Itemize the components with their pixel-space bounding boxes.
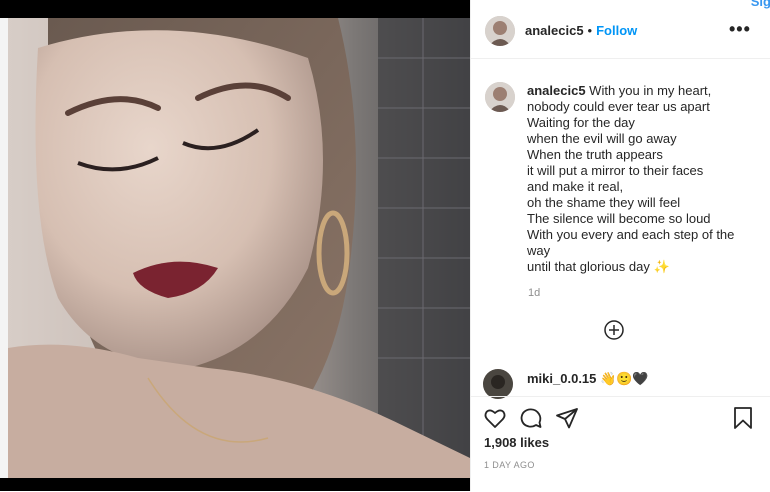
caption-line-5: it will put a mirror to their faces	[527, 163, 704, 178]
comment-username[interactable]: miki_0.0.15	[527, 371, 596, 386]
caption-line-8: The silence will become so loud	[527, 211, 711, 226]
avatar-image	[485, 16, 515, 46]
comment-row: miki_0.0.15 👋🙂🖤	[483, 367, 770, 399]
caption-line-9: With you every and each step of the	[527, 227, 735, 242]
caption-line-0: With you in my heart,	[589, 83, 712, 98]
caption-line-1: nobody could ever tear us apart	[527, 99, 710, 114]
caption-line-3: when the evil will go away	[527, 131, 677, 146]
lightbox-top-bar	[0, 0, 470, 18]
header-username[interactable]: analecic5	[525, 23, 584, 38]
header-separator: •	[587, 23, 593, 38]
caption-line-10: way	[527, 243, 551, 258]
comment-avatar[interactable]	[483, 369, 513, 399]
post-side-panel: analecic5 • Follow ••• analecic5 With you …	[470, 0, 770, 491]
more-options-icon[interactable]: •••	[729, 20, 751, 38]
post-photo-image	[8, 18, 470, 478]
caption-line-4: When the truth appears	[527, 147, 663, 162]
post-caption: analecic5 With you in my heart, nobody c…	[527, 83, 742, 275]
post-date: 1 DAY AGO	[484, 460, 535, 470]
caption-avatar[interactable]	[485, 82, 515, 112]
signup-link[interactable]: Sig	[751, 0, 770, 9]
caption-timestamp[interactable]: 1d	[528, 287, 540, 299]
post-actions: 1,908 likes 1 DAY AGO	[471, 396, 770, 492]
comment-icon[interactable]	[519, 406, 543, 430]
share-icon[interactable]	[555, 406, 579, 430]
caption-line-7: oh the shame they will feel	[527, 195, 681, 210]
caption-line-6: and make it real,	[527, 179, 624, 194]
likes-count[interactable]: 1,908 likes	[484, 435, 549, 450]
lightbox-bottom-bar	[0, 478, 470, 491]
bookmark-icon[interactable]	[731, 406, 755, 430]
caption-username[interactable]: analecic5	[527, 83, 586, 98]
caption-line-11: until that glorious day ✨	[527, 259, 670, 274]
post-photo[interactable]	[8, 18, 470, 478]
comment-text: 👋🙂🖤	[600, 371, 649, 386]
plus-circle-icon[interactable]	[604, 320, 624, 340]
follow-button[interactable]: Follow	[596, 23, 637, 38]
comment-avatar-image	[483, 369, 513, 399]
caption-avatar-image	[485, 82, 515, 112]
post-header: analecic5 • Follow •••	[471, 0, 770, 59]
avatar[interactable]	[485, 16, 515, 46]
caption-line-2: Waiting for the day	[527, 115, 635, 130]
heart-icon[interactable]	[483, 406, 507, 430]
lightbox-left-edge	[0, 18, 8, 478]
